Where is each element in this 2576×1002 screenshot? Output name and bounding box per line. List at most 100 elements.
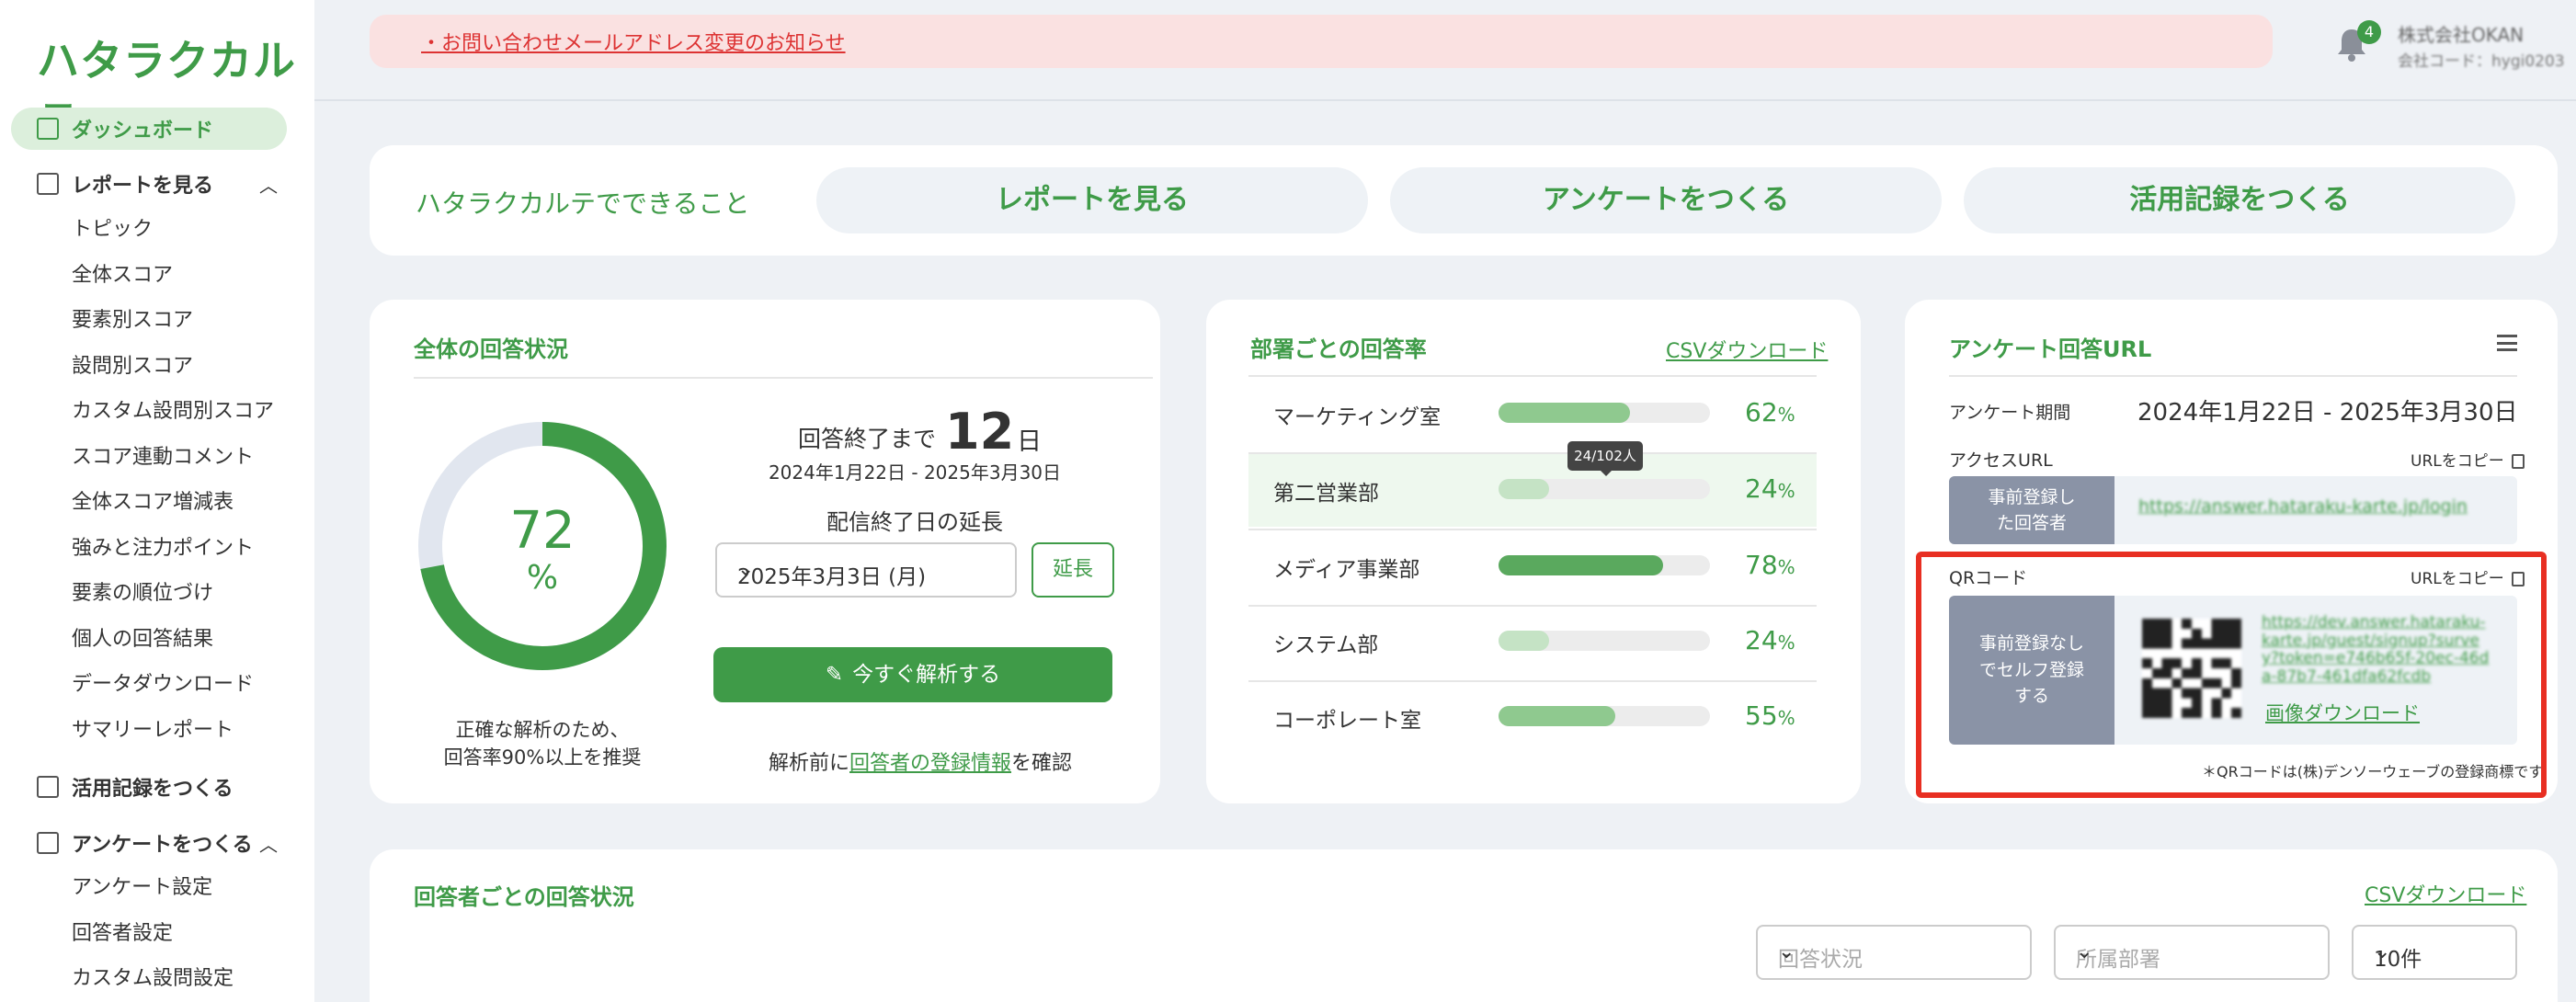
survey-period: 2024年1月22日 - 2025年3月30日	[768, 461, 1062, 484]
department-rate-unit: %	[1777, 404, 1795, 426]
sidebar-report-item[interactable]: 要素の順位づけ	[72, 575, 213, 612]
response-rate-unit: %	[526, 559, 559, 597]
chevron-down-icon: ⌄	[1778, 940, 1795, 963]
sidebar-report-item[interactable]: 全体スコア	[72, 257, 173, 294]
rate-bar-track	[1499, 555, 1710, 575]
department-name: マーケティング室	[1273, 405, 1442, 429]
confirm-text: 解析前に回答者の登録情報を確認	[769, 746, 1072, 776]
days-remaining-unit: 日	[1017, 427, 1042, 456]
survey-icon	[37, 832, 59, 854]
registered-label: 事前登録した回答者	[1949, 476, 2114, 544]
nav-records-label: 活用記録をつくる	[72, 778, 234, 801]
department-rate-value: 55	[1745, 700, 1778, 731]
qr-highlight-frame	[1916, 552, 2547, 798]
extend-button[interactable]: 延長	[1032, 542, 1114, 598]
department-rate-value: 62	[1745, 397, 1778, 427]
response-rate-value: 72	[509, 501, 576, 561]
extend-label: 配信終了日の延長	[826, 509, 1003, 535]
divider	[414, 377, 1153, 379]
overall-title: 全体の回答状況	[414, 336, 568, 362]
page-size-select[interactable]: 10件 ⌄	[2352, 925, 2517, 980]
sidebar-report-item[interactable]: 個人の回答結果	[72, 621, 213, 658]
sidebar-report-item[interactable]: 設問別スコア	[72, 348, 193, 385]
respondent-title: 回答者ごとの回答状況	[414, 884, 634, 910]
record-icon	[37, 776, 59, 798]
rate-bar-fill	[1499, 479, 1550, 499]
extend-date-select[interactable]: 2025年3月3日 (月) ⌄	[715, 542, 1017, 598]
copy-url-label: URLをコピー	[2411, 452, 2504, 471]
survey-url-title: アンケート回答URL	[1949, 336, 2152, 362]
rate-bar-fill	[1499, 403, 1630, 423]
nav-surveys-label: アンケートをつくる	[72, 834, 253, 857]
period-value: 2024年1月22日 - 2025年3月30日	[2137, 399, 2518, 427]
company-name: 株式会社OKAN	[2398, 24, 2525, 46]
sidebar-report-item[interactable]: データダウンロード	[72, 666, 254, 703]
pill-reports[interactable]: レポートを見る	[816, 167, 1368, 233]
nav-records[interactable]: 活用記録をつくる	[37, 769, 234, 805]
confirm-prefix: 解析前に	[769, 752, 850, 775]
rate-bar-track	[1499, 403, 1710, 423]
copy-url-button[interactable]: URLをコピー	[2411, 448, 2525, 471]
respondent-csv-link[interactable]: CSVダウンロード	[2365, 879, 2526, 908]
nav-reports[interactable]: レポートを見る	[37, 165, 213, 202]
days-remaining-value: 12	[945, 403, 1015, 461]
answer-status-filter[interactable]: 回答状況 ⌄	[1756, 925, 2032, 980]
rate-note-2: 回答率90%以上を推奨	[443, 746, 642, 769]
sidebar-report-item[interactable]: トピック	[72, 211, 153, 248]
department-name: システム部	[1273, 633, 1379, 657]
chevron-down-icon: ⌄	[737, 558, 755, 581]
sidebar-survey-item[interactable]: アンケート設定	[72, 870, 212, 906]
sidebar-report-item[interactable]: 全体スコア増減表	[72, 484, 234, 521]
divider	[1248, 375, 1817, 377]
notification-badge: 4	[2357, 20, 2381, 44]
sidebar-report-item[interactable]: スコア連動コメント	[72, 439, 254, 476]
department-rate: 24%	[1745, 473, 1795, 504]
rate-bar-track	[1499, 706, 1710, 726]
department-filter[interactable]: 所属部署 ⌄	[2054, 925, 2330, 980]
department-rate: 78%	[1745, 550, 1795, 580]
chevron-up-icon[interactable]: ︿	[259, 830, 278, 857]
row-divider	[1248, 529, 1817, 530]
rate-bar-track	[1499, 479, 1710, 499]
sidebar-report-item[interactable]: 要素別スコア	[72, 302, 193, 339]
department-title: 部署ごとの回答率	[1250, 336, 1427, 362]
row-divider	[1248, 605, 1817, 607]
nav-reports-label: レポートを見る	[72, 175, 214, 198]
wand-icon: ✎	[825, 663, 844, 687]
pill-records[interactable]: 活用記録をつくる	[1964, 167, 2515, 233]
row-divider	[1248, 680, 1817, 682]
department-csv-link[interactable]: CSVダウンロード	[1666, 335, 1828, 364]
registered-url-link[interactable]: https://answer.hataraku-karte.jp/login	[2138, 496, 2468, 517]
sidebar: ハタラクカルテ ダッシュボード レポートを見る ︿ トピック全体スコア要素別スコ…	[0, 0, 314, 1002]
department-rate-value: 24	[1745, 625, 1778, 655]
respondent-info-link[interactable]: 回答者の登録情報	[849, 752, 1011, 775]
sidebar-report-item[interactable]: サマリーレポート	[72, 712, 234, 749]
rate-bar-fill	[1499, 555, 1664, 575]
pill-surveys[interactable]: アンケートをつくる	[1390, 167, 1942, 233]
menu-icon[interactable]	[2497, 335, 2517, 351]
department-rate-value: 24	[1745, 473, 1778, 504]
period-label: アンケート期間	[1949, 403, 2071, 423]
analyze-now-button[interactable]: ✎ 今すぐ解析する	[713, 647, 1112, 702]
chevron-down-icon: ⌄	[2076, 940, 2093, 963]
nav-dashboard-label: ダッシュボード	[72, 120, 214, 142]
sidebar-survey-item[interactable]: カスタム設問設定	[72, 961, 234, 997]
sidebar-survey-item[interactable]: 回答者設定	[72, 916, 173, 952]
department-name: メディア事業部	[1273, 558, 1420, 582]
registered-url-box: https://answer.hataraku-karte.jp/login	[2114, 476, 2517, 544]
access-url-label: アクセスURL	[1949, 450, 2053, 471]
days-remaining-label: 回答終了まで	[798, 426, 937, 452]
nav-dashboard[interactable]: ダッシュボード	[37, 110, 213, 147]
chevron-up-icon[interactable]: ︿	[259, 171, 278, 198]
sidebar-report-item[interactable]: カスタム設問別スコア	[72, 393, 274, 430]
department-rate-unit: %	[1777, 556, 1795, 578]
registered-label-text: 事前登録した回答者	[1988, 486, 2076, 534]
department-rate: 62%	[1745, 397, 1795, 427]
company-code: 会社コード：hygi0203	[2398, 52, 2565, 71]
rate-tooltip: 24/102人	[1567, 441, 1643, 476]
rate-bar-track	[1499, 631, 1710, 651]
sidebar-report-item[interactable]: 強みと注力ポイント	[72, 530, 254, 567]
department-rate-unit: %	[1777, 480, 1795, 502]
notice-link[interactable]: ・お問い合わせメールアドレス変更のお知らせ	[421, 27, 846, 56]
nav-surveys[interactable]: アンケートをつくる	[37, 825, 253, 861]
